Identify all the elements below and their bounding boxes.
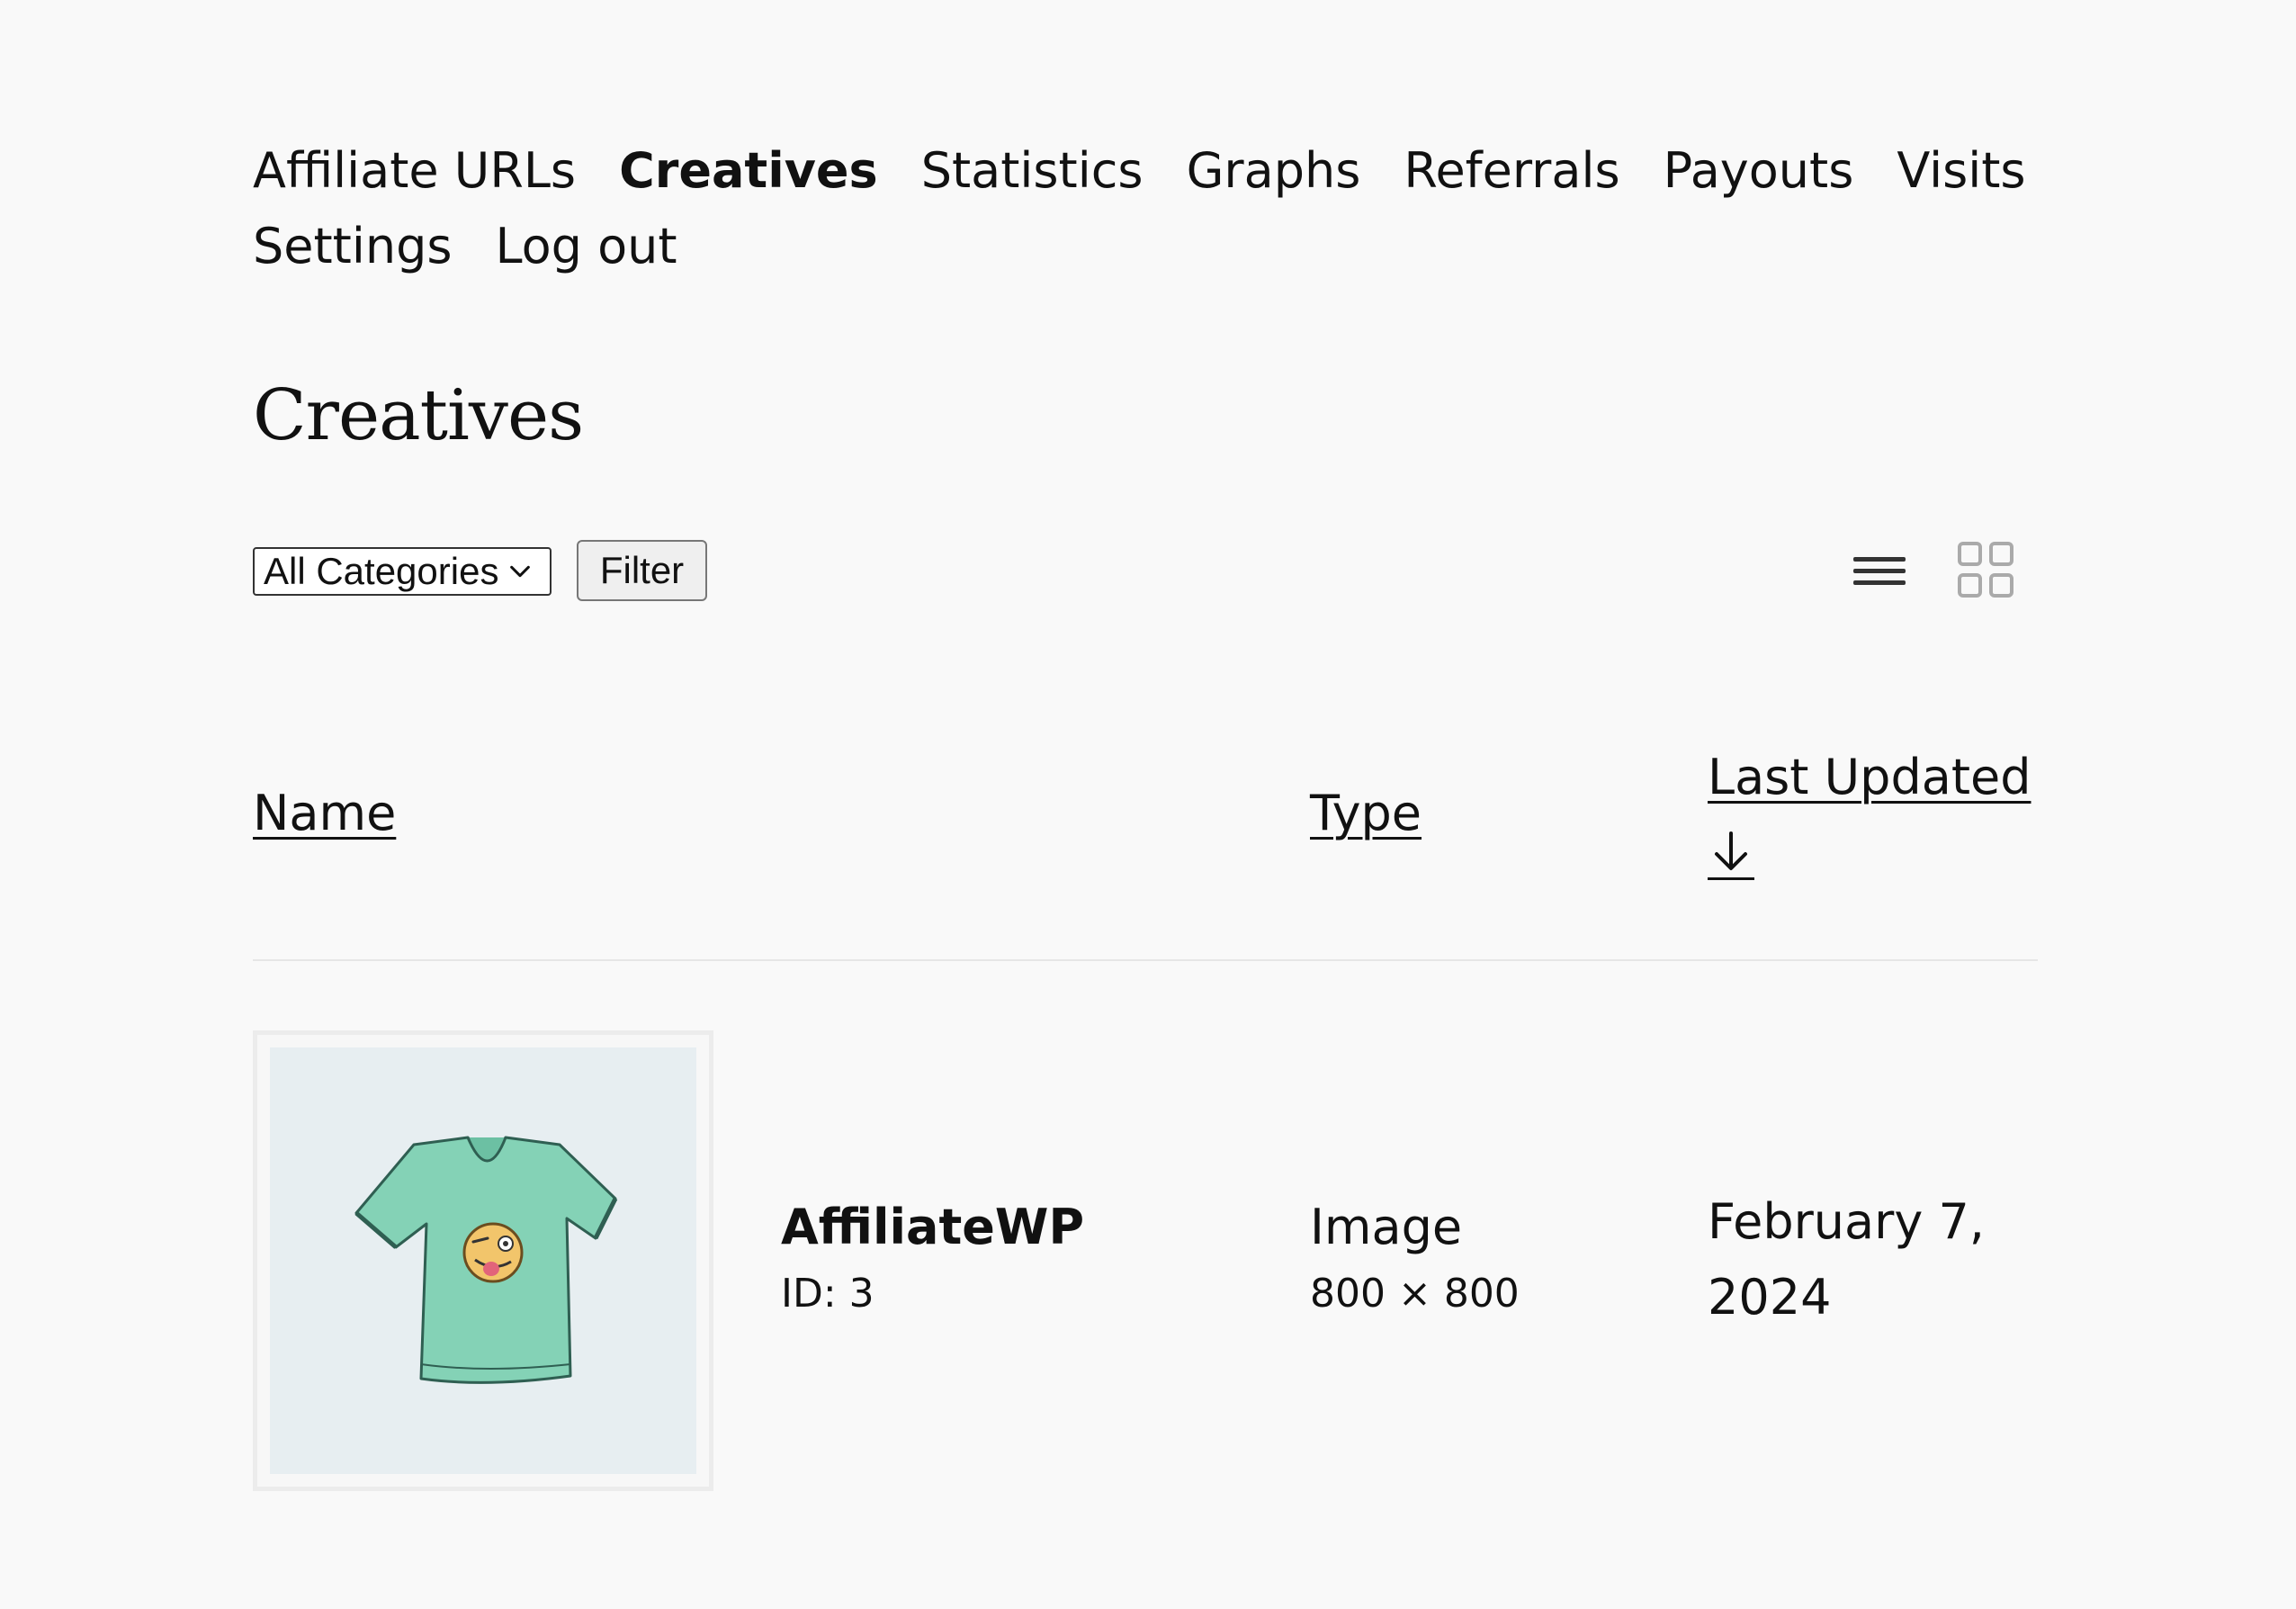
category-select[interactable]: All Categories <box>253 547 552 596</box>
category-select-value: All Categories <box>264 550 499 592</box>
nav-settings[interactable]: Settings <box>253 209 452 284</box>
creative-size: 800 × 800 <box>1310 1271 1520 1317</box>
nav-payouts[interactable]: Payouts <box>1664 133 1854 209</box>
nav-log-out[interactable]: Log out <box>495 209 677 284</box>
grid-view-icon[interactable] <box>1951 540 2023 601</box>
creative-id: ID: 3 <box>781 1271 874 1317</box>
nav-statistics[interactable]: Statistics <box>921 133 1144 209</box>
nav-affiliate-urls[interactable]: Affiliate URLs <box>253 133 576 209</box>
chevron-down-icon <box>510 565 531 578</box>
list-view-icon[interactable] <box>1844 540 1916 601</box>
affiliate-nav: Affiliate URLs Creatives Statistics Grap… <box>253 133 2052 284</box>
nav-graphs[interactable]: Graphs <box>1187 133 1361 209</box>
table-divider <box>253 959 2038 961</box>
nav-referrals[interactable]: Referrals <box>1404 133 1619 209</box>
nav-row-2: Settings Log out <box>253 209 2052 284</box>
column-header-name[interactable]: Name <box>253 776 396 851</box>
filter-button[interactable]: Filter <box>577 540 707 601</box>
nav-creatives[interactable]: Creatives <box>619 133 878 209</box>
nav-visits[interactable]: Visits <box>1897 133 2025 209</box>
column-header-last-updated[interactable]: Last Updated <box>1708 740 2031 815</box>
creative-type: Image <box>1310 1199 1463 1255</box>
creative-last-updated: February 7, 2024 <box>1708 1193 1985 1326</box>
t-shirt-icon <box>354 1136 618 1384</box>
creative-thumbnail-image <box>270 1047 696 1474</box>
arrow-down-icon[interactable] <box>1708 830 1754 884</box>
column-header-type[interactable]: Type <box>1310 776 1422 851</box>
nav-row-1: Affiliate URLs Creatives Statistics Grap… <box>253 133 2052 209</box>
creative-thumbnail[interactable] <box>253 1030 713 1491</box>
creative-name[interactable]: AffiliateWP <box>781 1190 1084 1265</box>
page-title: Creatives <box>253 375 584 456</box>
